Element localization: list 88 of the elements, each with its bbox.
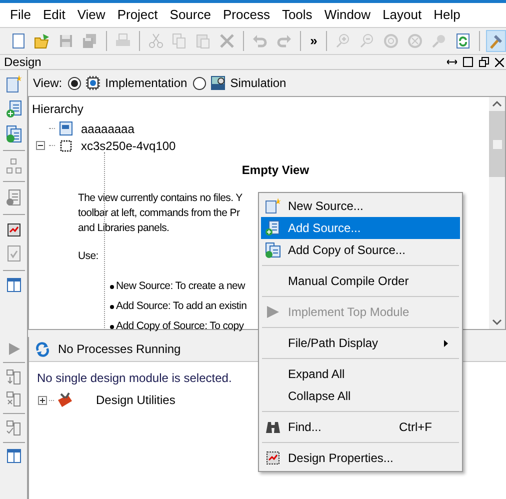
copy-file-icon xyxy=(265,242,281,258)
tree-item[interactable]: Design Utilities xyxy=(96,391,176,409)
hammer-button[interactable] xyxy=(486,30,506,52)
menu-item[interactable]: Tools xyxy=(276,3,318,27)
menu-item[interactable]: New Source... xyxy=(261,195,460,217)
process-status: No Processes Running xyxy=(58,341,181,358)
new-file-icon xyxy=(10,33,26,49)
new-file-icon xyxy=(265,198,281,214)
menu-item[interactable]: File/Path Display xyxy=(261,332,460,354)
save-icon xyxy=(58,33,74,49)
menu-item[interactable]: Process xyxy=(216,3,276,27)
copy-icon xyxy=(171,33,188,49)
menu-item[interactable]: Help xyxy=(428,3,466,27)
hammer-icon xyxy=(488,33,504,49)
view-heading: Empty View xyxy=(240,162,310,179)
checked-document-icon[interactable] xyxy=(6,245,22,263)
refresh-icon xyxy=(454,33,471,49)
play-icon[interactable] xyxy=(6,342,20,356)
radio-label[interactable]: Simulation xyxy=(230,74,286,92)
new-file-icon[interactable] xyxy=(6,75,22,93)
menu-item[interactable]: Expand All xyxy=(261,363,460,385)
menu-item[interactable]: Edit xyxy=(36,3,72,27)
binoculars-icon xyxy=(265,420,281,434)
module-icon[interactable] xyxy=(6,420,22,436)
redo-icon xyxy=(276,33,292,49)
tree-title: Hierarchy xyxy=(32,101,84,118)
menu-item[interactable]: Add Source... xyxy=(261,217,460,239)
bullet-text: New Source: To create a new xyxy=(116,278,245,294)
restore-icon[interactable] xyxy=(479,57,489,67)
description-text: The view currently contains no files. Y xyxy=(78,191,242,206)
panel-title: Design xyxy=(4,56,42,68)
menu-item[interactable]: Project xyxy=(111,3,164,27)
menu-item[interactable]: Manual Compile Order xyxy=(261,270,460,292)
add-file-icon xyxy=(265,220,281,236)
module-icon[interactable] xyxy=(6,369,22,385)
open-folder-icon xyxy=(34,33,50,49)
waveform-icon xyxy=(210,75,226,91)
magnifier-icon xyxy=(431,33,448,49)
status-message: No single design module is selected. xyxy=(37,370,232,387)
bullet-text: Add Source: To add an existin xyxy=(116,298,247,314)
layout-icon[interactable] xyxy=(6,449,20,463)
bullet-text: Add Copy of Source: To copy xyxy=(116,318,244,334)
module-icon[interactable] xyxy=(6,391,22,407)
radio-label[interactable]: Implementation xyxy=(105,74,188,92)
scrollbar-thumb[interactable] xyxy=(489,111,505,177)
view-label: View: xyxy=(33,75,62,92)
description-text: and Libraries panels. xyxy=(78,221,170,236)
menu-item[interactable]: Add Copy of Source... xyxy=(261,239,460,261)
copy-file-icon[interactable] xyxy=(6,125,22,143)
menu-item[interactable]: Design Properties... xyxy=(261,447,460,469)
menu-item[interactable]: Find... Ctrl+F xyxy=(261,416,460,438)
menu-item[interactable]: View xyxy=(71,3,112,27)
description-text: toolbar at left, commands from the Pr xyxy=(78,206,240,221)
use-label: Use: xyxy=(78,249,98,264)
radio-button[interactable] xyxy=(193,76,206,90)
document-icon[interactable] xyxy=(6,189,22,207)
printer-icon xyxy=(114,33,131,49)
bullet-icon xyxy=(110,304,114,309)
tree-item[interactable]: aaaaaaaa xyxy=(81,120,134,138)
overflow-button[interactable]: » xyxy=(307,31,320,51)
bullet-icon xyxy=(110,284,114,289)
close-icon[interactable] xyxy=(495,58,504,66)
tree-item[interactable]: xc3s250e-4vq100 xyxy=(81,136,176,154)
maximize-icon[interactable] xyxy=(463,57,473,67)
expander-icon[interactable] xyxy=(38,396,47,404)
delete-icon xyxy=(219,33,236,49)
expander-icon[interactable] xyxy=(36,141,45,150)
play-icon xyxy=(266,305,280,319)
float-icon[interactable] xyxy=(447,58,457,66)
bullet-icon xyxy=(110,324,114,329)
menu-item[interactable]: File xyxy=(4,3,37,27)
scissors-icon xyxy=(148,33,164,49)
module-icon[interactable] xyxy=(6,158,22,174)
layout-icon[interactable] xyxy=(6,278,20,292)
refresh-icon xyxy=(35,342,50,356)
undo-icon xyxy=(252,33,268,49)
menu-item[interactable]: Window xyxy=(318,3,377,27)
add-file-icon[interactable] xyxy=(6,100,22,118)
zoom-out-icon xyxy=(359,33,376,49)
save-all-icon xyxy=(82,33,98,49)
paste-icon xyxy=(195,33,212,49)
toolbox-icon xyxy=(56,392,74,408)
menu-item[interactable]: Source xyxy=(164,3,217,27)
radio-button[interactable] xyxy=(68,76,82,90)
menu-item[interactable]: Layout xyxy=(376,3,428,27)
menu-item[interactable]: Collapse All xyxy=(261,385,460,407)
file-icon xyxy=(59,121,73,136)
zoom-in-icon xyxy=(335,33,352,49)
